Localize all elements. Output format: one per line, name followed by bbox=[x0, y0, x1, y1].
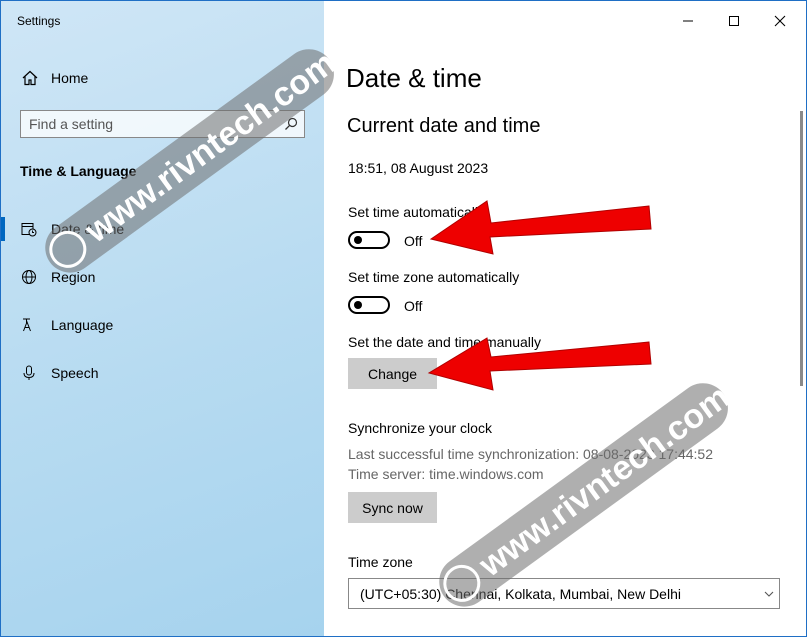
close-icon[interactable] bbox=[757, 7, 803, 35]
sidebar-item-home-label: Home bbox=[51, 70, 89, 86]
home-icon bbox=[22, 70, 38, 86]
set-time-auto-state: Off bbox=[404, 233, 423, 249]
toggle-knob bbox=[354, 236, 362, 244]
sidebar-section-title: Time & Language bbox=[20, 163, 137, 179]
search-input[interactable] bbox=[29, 114, 269, 134]
time-zone-value: (UTC+05:30) Chennai, Kolkata, Mumbai, Ne… bbox=[360, 586, 681, 602]
language-icon bbox=[23, 318, 31, 332]
last-sync-text: Last successful time synchronization: 08… bbox=[348, 446, 713, 462]
time-zone-label: Time zone bbox=[348, 554, 413, 570]
sync-now-button[interactable]: Sync now bbox=[348, 492, 437, 523]
sidebar-item-home[interactable]: Home bbox=[1, 63, 324, 93]
sidebar-item-label: Language bbox=[51, 317, 114, 333]
globe-icon bbox=[22, 270, 36, 284]
time-server-text: Time server: time.windows.com bbox=[348, 466, 544, 482]
time-zone-select[interactable]: (UTC+05:30) Chennai, Kolkata, Mumbai, Ne… bbox=[348, 578, 780, 609]
set-tz-auto-toggle[interactable] bbox=[348, 296, 390, 314]
toggle-knob bbox=[354, 301, 362, 309]
microphone-icon bbox=[23, 365, 35, 380]
set-tz-auto-state: Off bbox=[404, 298, 423, 314]
sidebar-item-region[interactable]: Region bbox=[1, 259, 324, 295]
minimize-icon[interactable] bbox=[665, 7, 711, 35]
section-heading: Current date and time bbox=[347, 115, 541, 137]
app-title: Settings bbox=[17, 14, 61, 28]
set-time-auto-label: Set time automatically bbox=[348, 204, 485, 220]
scrollbar[interactable] bbox=[800, 111, 803, 386]
sidebar-item-label: Date & time bbox=[51, 221, 125, 237]
sidebar: Settings Home Time & Language bbox=[1, 1, 324, 636]
calendar-clock-icon bbox=[21, 223, 37, 237]
main-panel: Date & time Current date and time 18:51,… bbox=[324, 1, 806, 636]
current-datetime: 18:51, 08 August 2023 bbox=[348, 160, 489, 176]
sidebar-item-speech[interactable]: Speech bbox=[1, 355, 324, 391]
sidebar-item-language[interactable]: Language bbox=[1, 307, 324, 343]
search-icon[interactable] bbox=[284, 117, 298, 131]
set-tz-auto-label: Set time zone automatically bbox=[348, 269, 520, 285]
chevron-down-icon bbox=[764, 591, 774, 597]
change-button[interactable]: Change bbox=[348, 358, 437, 389]
active-indicator bbox=[1, 217, 5, 241]
sidebar-item-label: Region bbox=[51, 269, 96, 285]
manual-datetime-label: Set the date and time manually bbox=[348, 334, 542, 350]
sidebar-item-label: Speech bbox=[51, 365, 99, 381]
set-time-auto-toggle[interactable] bbox=[348, 231, 390, 249]
sidebar-item-date-time[interactable]: Date & time bbox=[1, 211, 324, 247]
settings-window: Settings Home Time & Language bbox=[0, 0, 807, 637]
search-box[interactable] bbox=[20, 110, 305, 138]
sync-heading: Synchronize your clock bbox=[348, 420, 492, 436]
maximize-icon[interactable] bbox=[711, 7, 757, 35]
page-title: Date & time bbox=[346, 63, 482, 93]
